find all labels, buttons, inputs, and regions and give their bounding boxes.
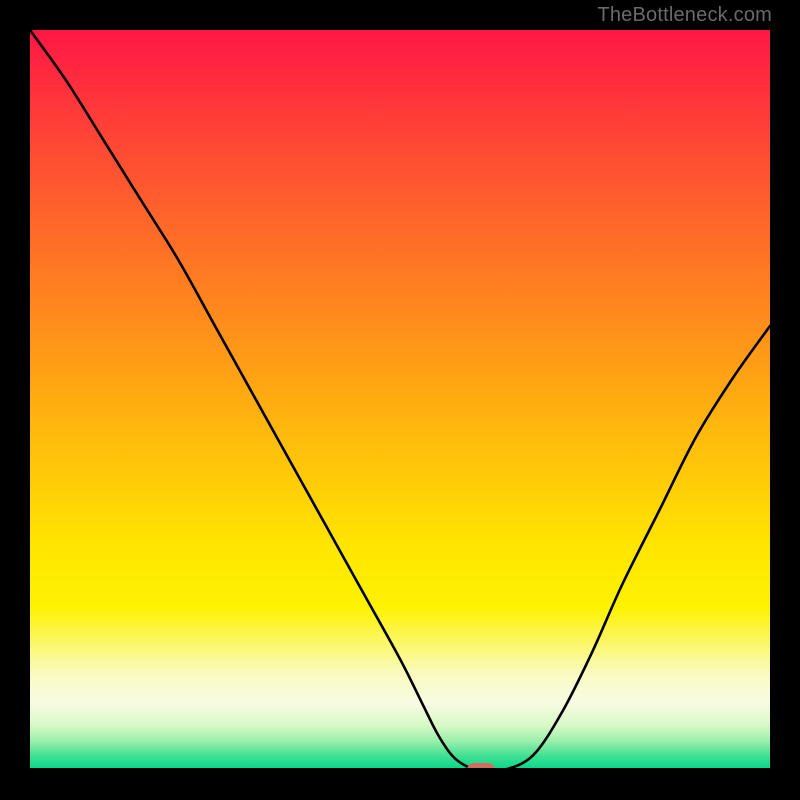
chart-frame: TheBottleneck.com: [0, 0, 800, 800]
x-axis-line: [30, 768, 770, 770]
attribution-label: TheBottleneck.com: [597, 4, 772, 27]
bottleneck-curve: [30, 30, 770, 770]
plot-area: [30, 30, 770, 770]
